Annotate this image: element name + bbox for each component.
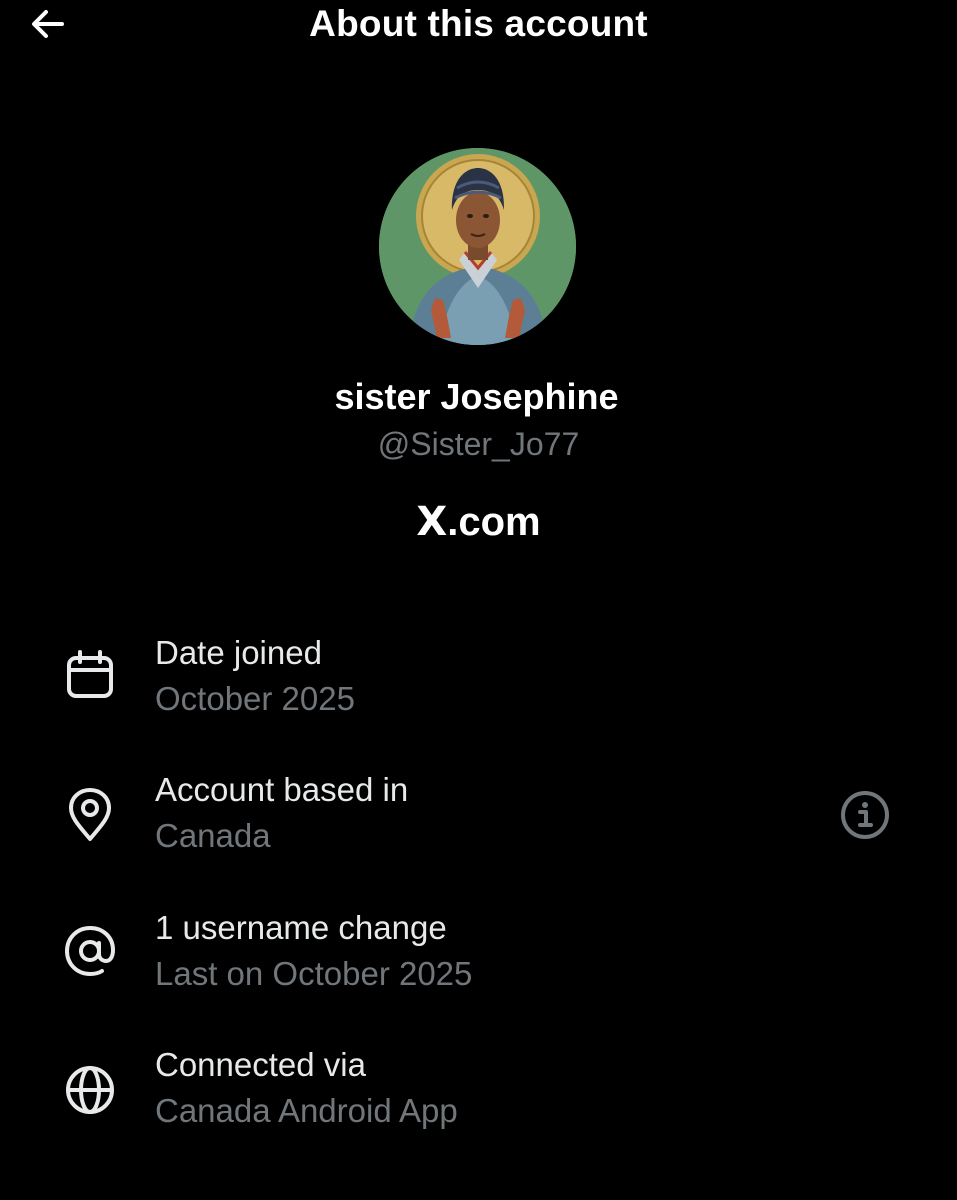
detail-label: Connected via xyxy=(155,1046,366,1083)
info-icon xyxy=(841,791,889,839)
detail-row-date-joined: Date joined October 2025 xyxy=(0,628,957,728)
username-handle: @Sister_Jo77 xyxy=(377,426,580,462)
display-name: sister Josephine xyxy=(334,376,619,417)
at-sign-icon xyxy=(62,923,118,979)
info-button[interactable] xyxy=(838,788,892,842)
detail-label: Account based in xyxy=(155,771,409,808)
detail-label: Date joined xyxy=(155,634,322,671)
globe-icon xyxy=(62,1062,118,1118)
detail-value: Canada Android App xyxy=(155,1092,458,1129)
detail-value: Canada xyxy=(155,817,271,854)
avatar[interactable] xyxy=(379,148,576,345)
location-pin-icon xyxy=(62,787,118,843)
detail-label: 1 username change xyxy=(155,909,447,946)
page-title: About this account xyxy=(309,3,648,44)
platform-domain: .com xyxy=(447,500,541,544)
calendar-icon xyxy=(62,648,118,704)
detail-row-account-location: Account based in Canada xyxy=(0,765,957,865)
detail-value: Last on October 2025 xyxy=(155,955,473,992)
detail-row-username-changes: 1 username change Last on October 2025 xyxy=(0,903,957,1003)
x-logo-icon: X xyxy=(416,499,448,545)
detail-value: October 2025 xyxy=(155,680,355,717)
top-bar: About this account xyxy=(0,0,957,56)
platform-label: X .com xyxy=(0,498,957,546)
portrait-avatar-icon xyxy=(379,148,576,345)
detail-row-connected-via: Connected via Canada Android App xyxy=(0,1040,957,1140)
